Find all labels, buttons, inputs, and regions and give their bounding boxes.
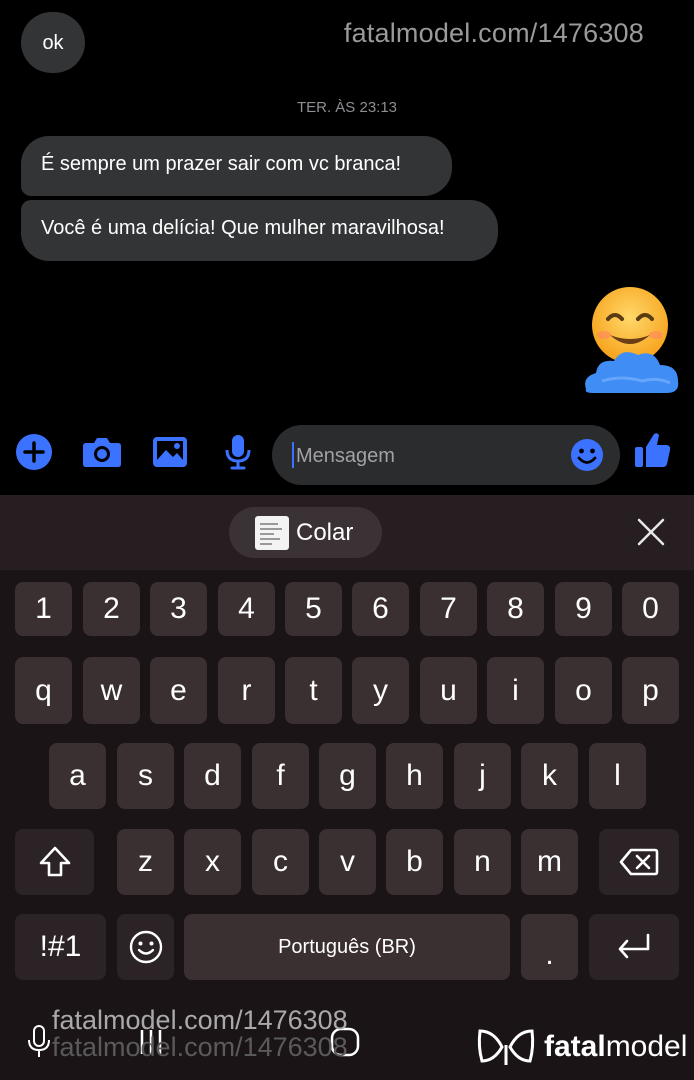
key-5[interactable]: 5 (285, 582, 342, 636)
backspace-icon (619, 848, 659, 876)
key-n[interactable]: n (454, 829, 511, 895)
key-4[interactable]: 4 (218, 582, 275, 636)
watermark-bottom-shadow: fatalmodel.com/1476308 (52, 1032, 348, 1062)
key-1[interactable]: 1 (15, 582, 72, 636)
camera-icon[interactable] (82, 432, 122, 472)
clipboard-thumbnail (255, 515, 289, 550)
watermark-bottom: fatalmodel.com/1476308 (52, 1005, 348, 1035)
voice-input-icon[interactable] (22, 1022, 56, 1062)
key-l[interactable]: l (589, 743, 646, 809)
key-6[interactable]: 6 (352, 582, 409, 636)
brand-logo: fatalmodel (476, 1025, 687, 1069)
key-8[interactable]: 8 (487, 582, 544, 636)
message-bubble[interactable]: Você é uma delícia! Que mulher maravilho… (21, 200, 498, 261)
key-k[interactable]: k (521, 743, 578, 809)
key-r[interactable]: r (218, 657, 275, 724)
key-z[interactable]: z (117, 829, 174, 895)
message-bubble-ok[interactable]: ok (21, 12, 85, 73)
space-key[interactable]: Português (BR) (184, 914, 510, 980)
emoji-icon[interactable] (570, 438, 604, 477)
gallery-icon[interactable] (150, 432, 190, 472)
key-b[interactable]: b (386, 829, 443, 895)
butterfly-logo-icon (477, 1029, 535, 1065)
key-3[interactable]: 3 (150, 582, 207, 636)
symbols-key[interactable]: !#1 (15, 914, 106, 980)
message-timestamp: TER. ÀS 23:13 (296, 99, 398, 116)
watermark-top: fatalmodel.com/1476308 (343, 18, 644, 48)
key-2[interactable]: 2 (83, 582, 140, 636)
key-0[interactable]: 0 (622, 582, 679, 636)
key-t[interactable]: t (285, 657, 342, 724)
sticker-smiley-cloud[interactable] (582, 285, 682, 397)
message-text: É sempre um prazer sair com vc branca! (41, 153, 402, 175)
key-v[interactable]: v (319, 829, 376, 895)
key-s[interactable]: s (117, 743, 174, 809)
backspace-key[interactable] (599, 829, 679, 895)
message-bubble[interactable]: É sempre um prazer sair com vc branca! (21, 136, 452, 196)
shift-icon (39, 846, 70, 877)
key-u[interactable]: u (420, 657, 477, 724)
paste-label: Colar (296, 518, 354, 546)
key-9[interactable]: 9 (555, 582, 612, 636)
message-input-box[interactable] (272, 425, 620, 485)
key-y[interactable]: y (352, 657, 409, 724)
key-x[interactable]: x (184, 829, 241, 895)
close-icon[interactable] (636, 517, 666, 552)
enter-icon (618, 933, 650, 959)
paste-chip[interactable]: Colar (229, 507, 382, 558)
shift-key[interactable] (15, 829, 94, 895)
message-text: Você é uma delícia! Que mulher maravilho… (41, 217, 445, 239)
key-h[interactable]: h (386, 743, 443, 809)
keyboard: Colar 1 2 3 4 5 6 7 8 9 0 q w e r t y u … (0, 495, 694, 1080)
plus-icon[interactable] (14, 432, 54, 472)
key-c[interactable]: c (252, 829, 309, 895)
message-text: ok (42, 31, 64, 54)
keyboard-toolbar: Colar (0, 495, 694, 570)
brand-name: fatalmodel (544, 1030, 688, 1063)
key-q[interactable]: q (15, 657, 72, 724)
key-f[interactable]: f (252, 743, 309, 809)
key-o[interactable]: o (555, 657, 612, 724)
enter-key[interactable] (589, 914, 679, 980)
smiley-icon (129, 930, 162, 964)
microphone-icon[interactable] (218, 432, 258, 472)
thumbs-up-icon[interactable] (632, 430, 672, 470)
emoji-key[interactable] (117, 914, 174, 980)
key-g[interactable]: g (319, 743, 376, 809)
key-i[interactable]: i (487, 657, 544, 724)
key-j[interactable]: j (454, 743, 511, 809)
key-7[interactable]: 7 (420, 582, 477, 636)
key-a[interactable]: a (49, 743, 106, 809)
key-m[interactable]: m (521, 829, 578, 895)
key-p[interactable]: p (622, 657, 679, 724)
smiley-cloud-icon (585, 287, 679, 393)
message-input[interactable] (294, 437, 568, 475)
key-d[interactable]: d (184, 743, 241, 809)
key-w[interactable]: w (83, 657, 140, 724)
period-key[interactable]: . (521, 914, 578, 980)
key-e[interactable]: e (150, 657, 207, 724)
